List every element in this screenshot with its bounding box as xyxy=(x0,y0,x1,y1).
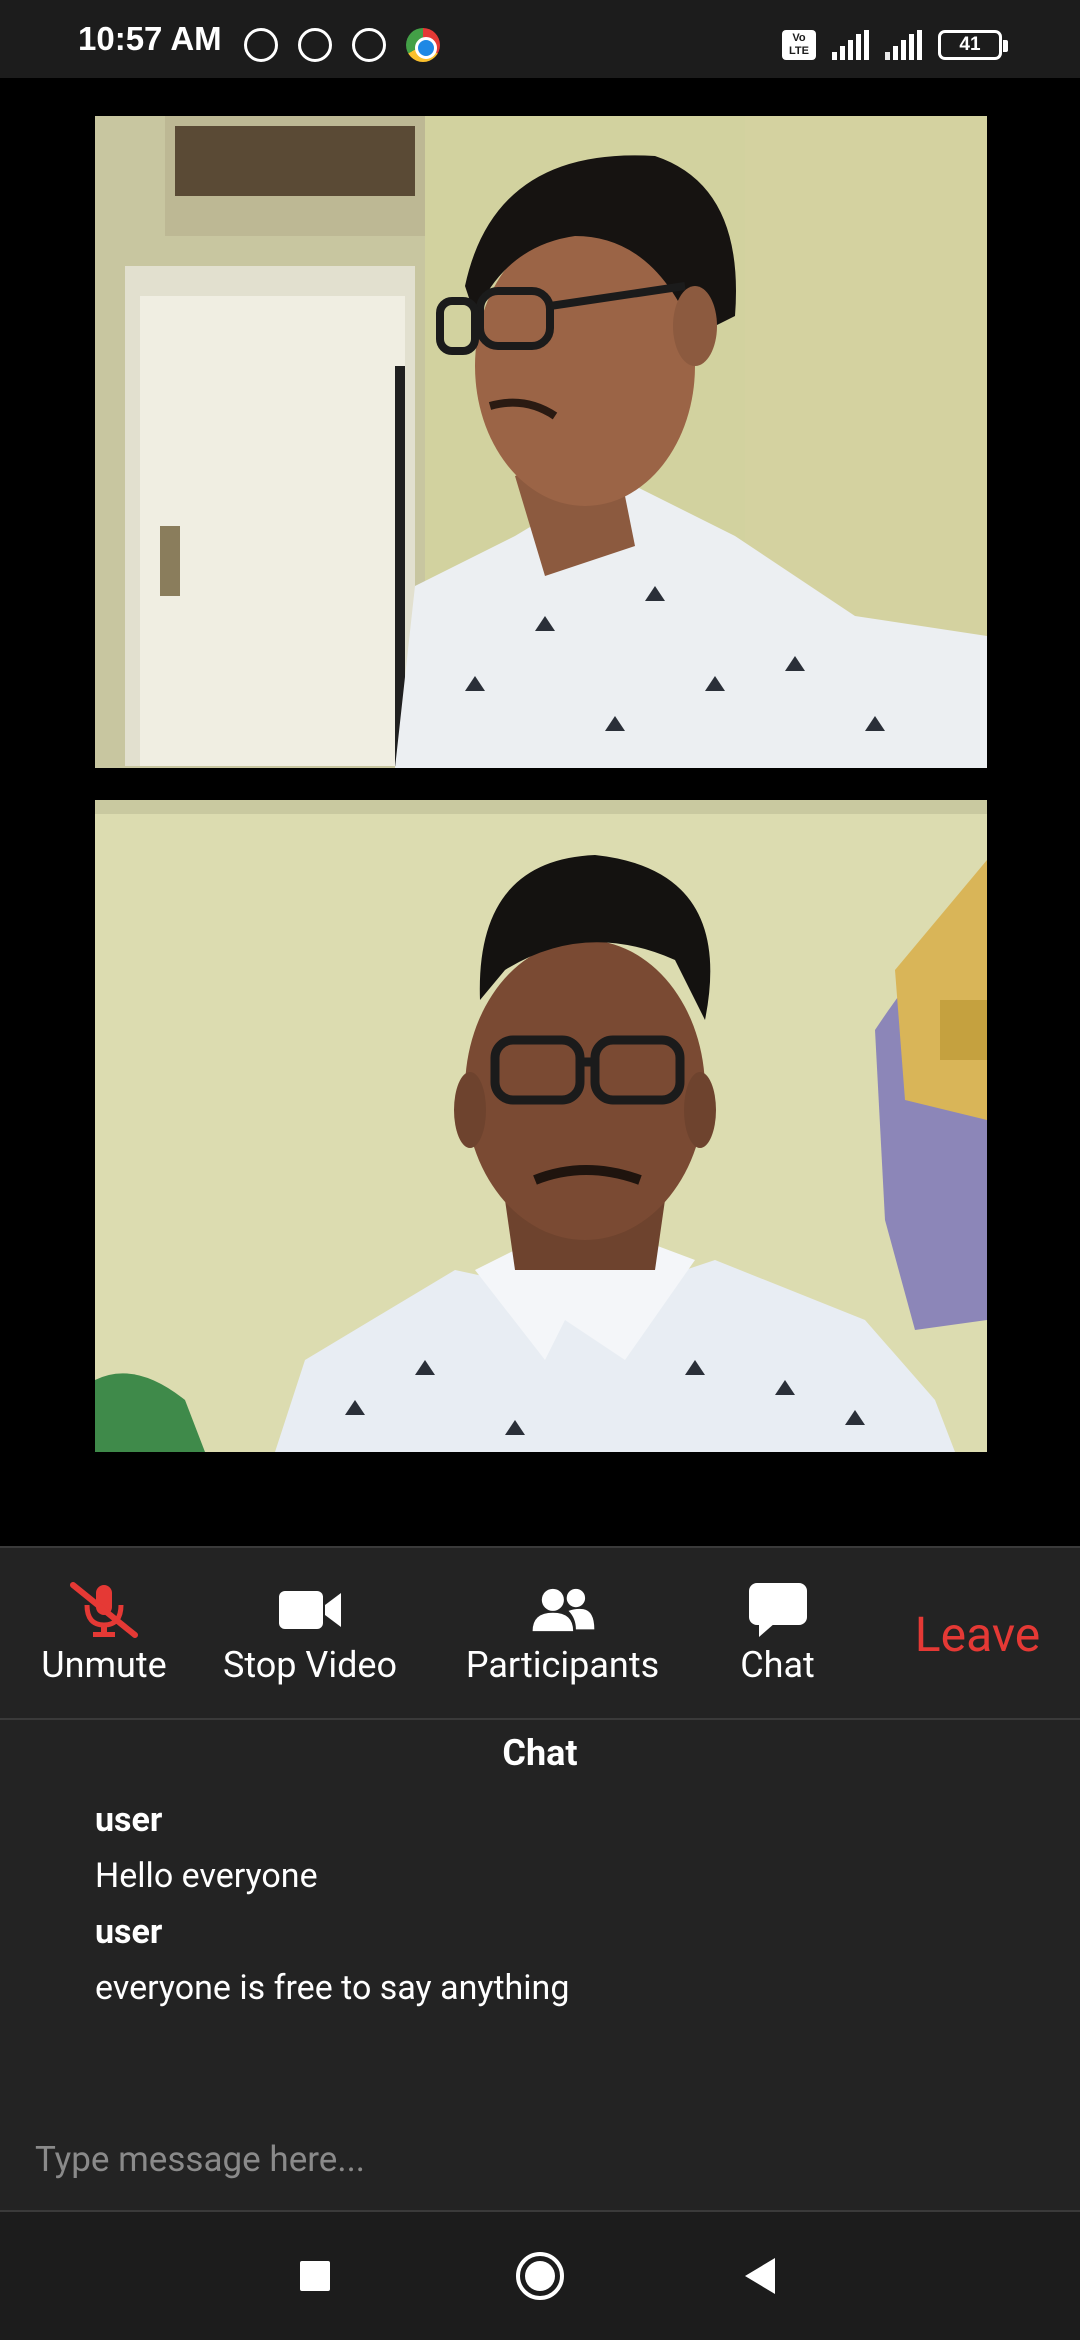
meeting-controls: Unmute Stop Video Participants Chat Leav… xyxy=(0,1546,1080,1718)
alarm-icon xyxy=(244,28,278,62)
sync-icon xyxy=(352,28,386,62)
notification-icons xyxy=(244,28,440,62)
mic-off-icon xyxy=(69,1582,139,1638)
participants-label: Participants xyxy=(465,1644,660,1686)
signal-icon xyxy=(885,30,922,60)
video-frame-1 xyxy=(95,116,987,768)
chrome-icon xyxy=(406,28,440,62)
message-item: user everyone is free to say anything xyxy=(95,1904,569,2016)
video-camera-icon xyxy=(275,1582,345,1638)
volte-icon: Vo LTE xyxy=(782,30,816,60)
chat-bubble-icon xyxy=(743,1582,813,1638)
circle-icon xyxy=(516,2252,564,2300)
recents-button[interactable] xyxy=(255,2212,375,2340)
video-frame-2 xyxy=(95,800,987,1452)
square-icon xyxy=(300,2261,330,2291)
unmute-button[interactable]: Unmute xyxy=(30,1548,178,1720)
status-bar: 10:57 AM Vo LTE 41 xyxy=(0,0,1080,78)
triangle-back-icon xyxy=(745,2258,775,2294)
participants-button[interactable]: Participants xyxy=(455,1548,670,1720)
video-area xyxy=(0,78,1080,1546)
message-sender: user xyxy=(95,1800,163,1840)
leave-button[interactable]: Leave xyxy=(900,1548,1055,1720)
message-sender: user xyxy=(95,1912,163,1952)
whatsapp-icon xyxy=(298,28,332,62)
home-button[interactable] xyxy=(480,2212,600,2340)
participants-icon xyxy=(528,1582,598,1638)
back-button[interactable] xyxy=(700,2212,820,2340)
message-text: everyone is free to say anything xyxy=(95,1968,570,2008)
chat-panel: Chat user Hello everyone user everyone i… xyxy=(0,1718,1080,2212)
stop-video-label: Stop Video xyxy=(222,1644,398,1686)
system-navigation-bar xyxy=(0,2212,1080,2340)
status-time: 10:57 AM xyxy=(78,20,222,57)
system-icons: Vo LTE 41 xyxy=(782,30,1008,60)
message-list: user Hello everyone user everyone is fre… xyxy=(95,1792,569,2016)
chat-button[interactable]: Chat xyxy=(720,1548,835,1720)
message-item: user Hello everyone xyxy=(95,1792,569,1904)
unmute-label: Unmute xyxy=(41,1644,167,1686)
battery-icon: 41 xyxy=(938,30,1008,60)
chat-title: Chat xyxy=(502,1732,578,1774)
signal-4g-icon xyxy=(832,30,869,60)
stop-video-button[interactable]: Stop Video xyxy=(215,1548,405,1720)
chat-label: Chat xyxy=(740,1644,815,1686)
message-text: Hello everyone xyxy=(95,1856,318,1896)
leave-label: Leave xyxy=(914,1605,1041,1663)
participant-video-1[interactable] xyxy=(95,116,987,768)
chat-message-input[interactable] xyxy=(0,2108,1080,2212)
participant-video-2[interactable] xyxy=(95,800,987,1452)
